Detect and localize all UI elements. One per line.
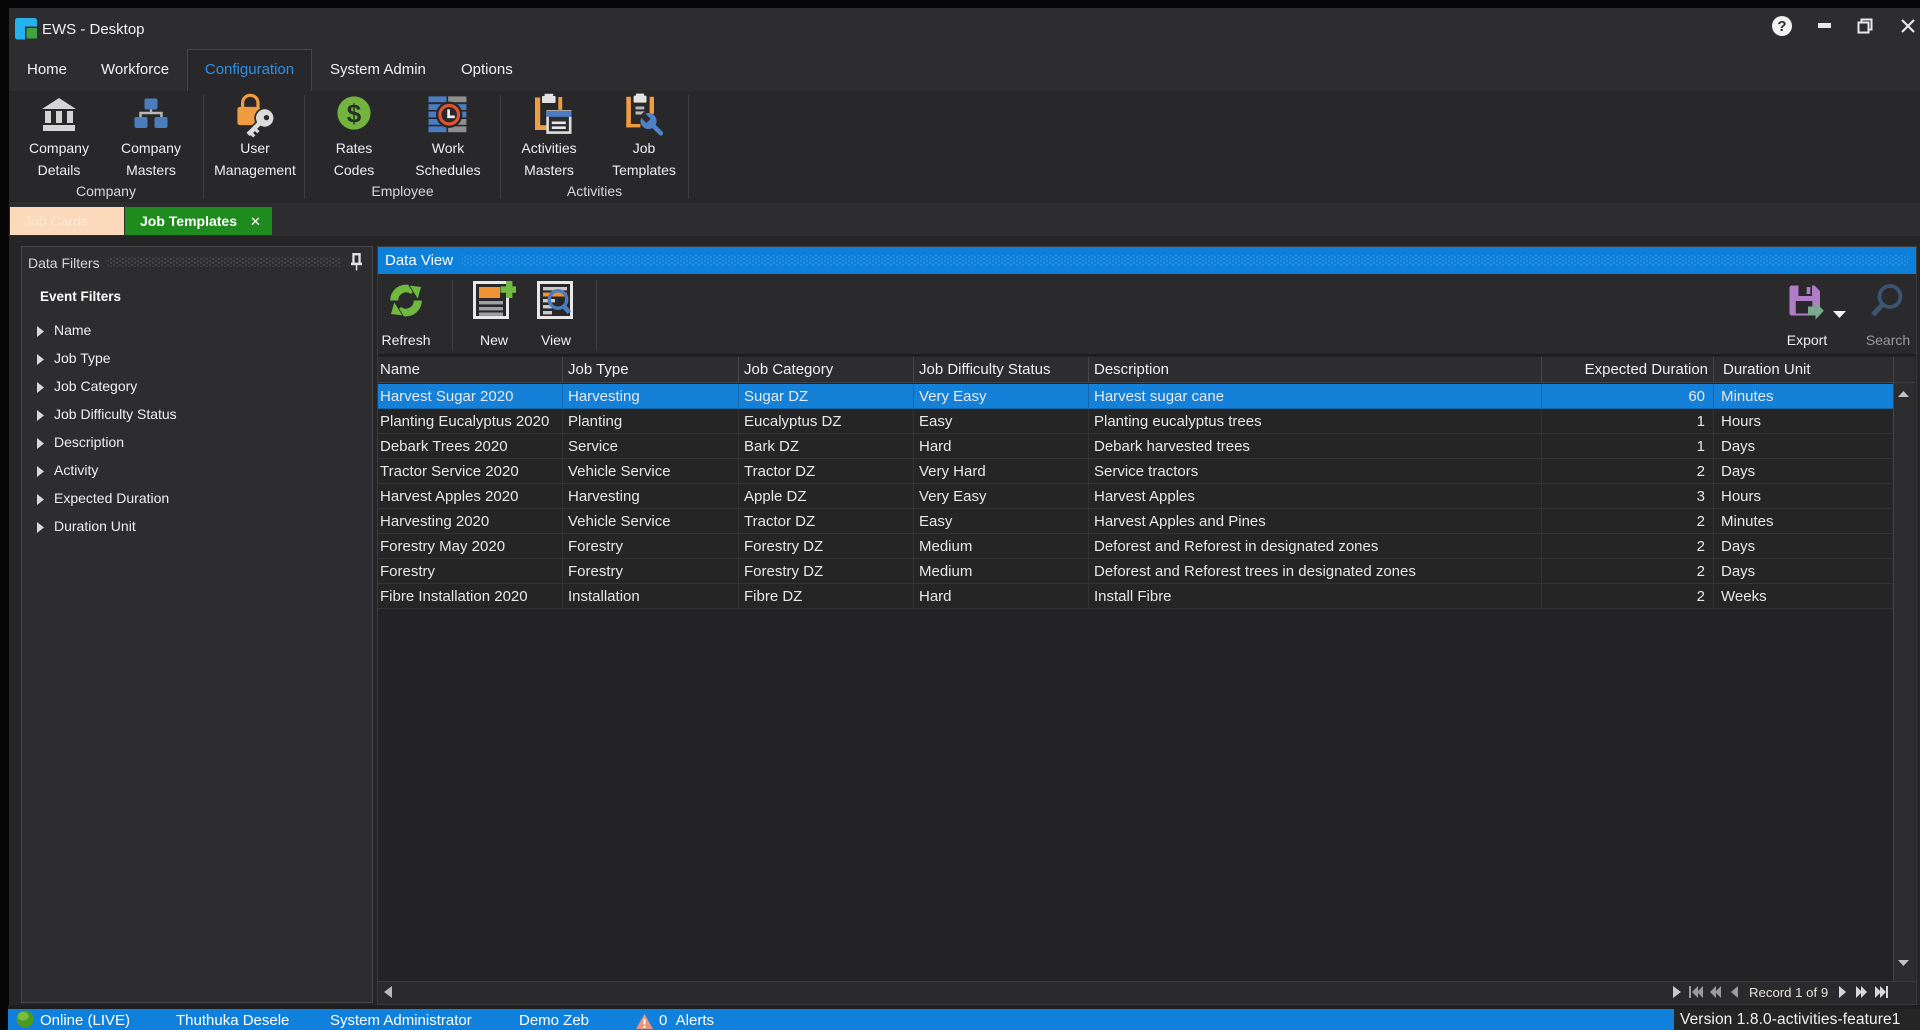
svg-text:?: ? xyxy=(1777,18,1786,35)
svg-text:$: $ xyxy=(347,99,362,129)
